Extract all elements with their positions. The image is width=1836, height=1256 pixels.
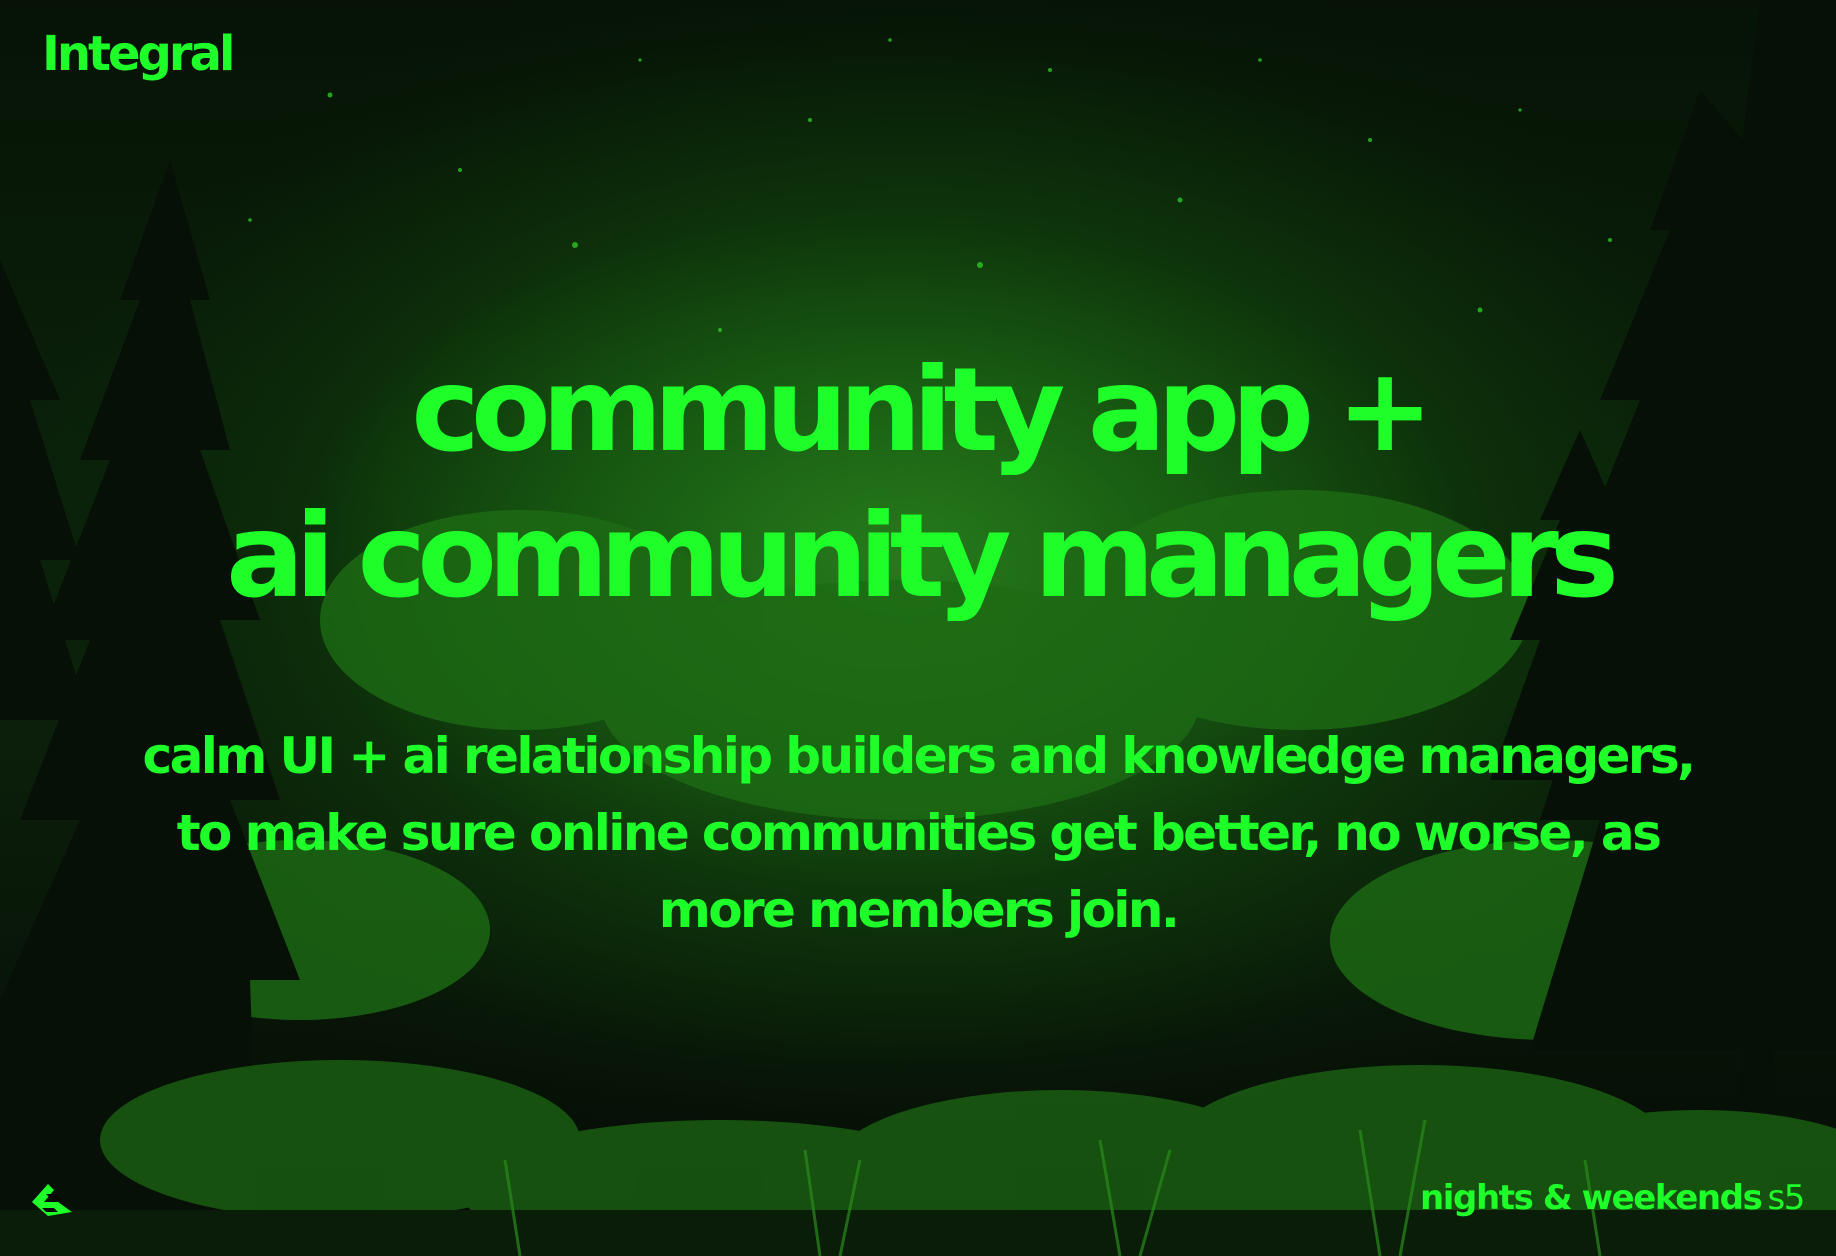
program-season: s5 (1767, 1178, 1805, 1218)
tagline-line-2: to make sure online communities get bett… (176, 804, 1662, 862)
brand-name: Integral (42, 26, 235, 82)
slide: Integral community app + ai community ma… (0, 0, 1836, 1256)
tagline: calm UI + ai relationship builders and k… (120, 718, 1716, 949)
headline-line-1: community app + (411, 343, 1434, 478)
headline: community app + ai community managers (0, 338, 1836, 630)
buildspace-logo-icon (32, 1184, 72, 1216)
tagline-line-1: calm UI + ai relationship builders and k… (142, 727, 1697, 785)
program-badge: nights & weekends s5 (1419, 1174, 1805, 1222)
program-name: nights & weekends (1419, 1178, 1763, 1218)
tagline-line-3: more members join. (658, 881, 1180, 939)
headline-line-2: ai community managers (226, 489, 1619, 624)
